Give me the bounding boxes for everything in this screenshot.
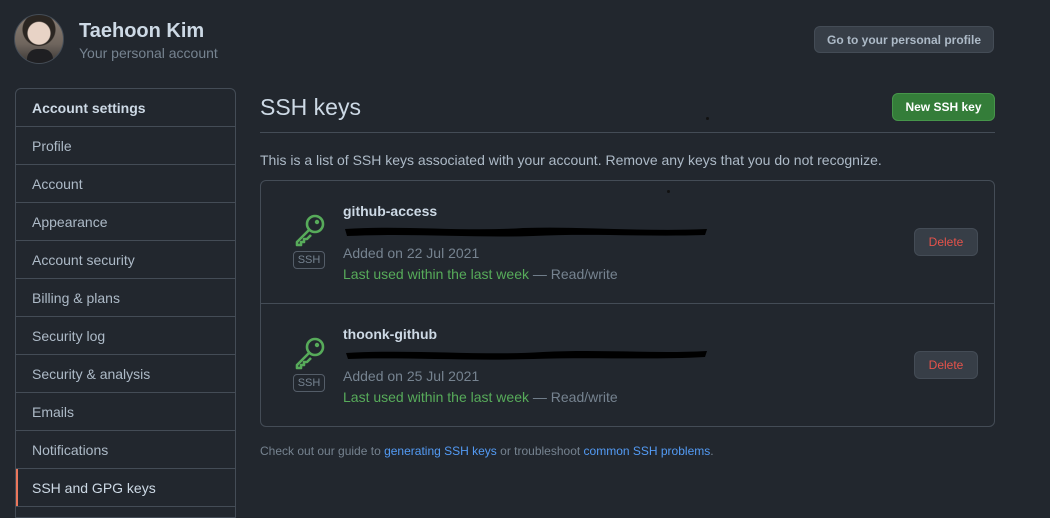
page-title: SSH keys bbox=[260, 94, 361, 120]
sidebar-item-notifications[interactable]: Notifications bbox=[16, 431, 235, 469]
key-last-used: Last used within the last week — Read/wr… bbox=[343, 266, 618, 282]
ssh-key-list: SSH github-access Added on 22 Jul 2021 L… bbox=[260, 180, 995, 427]
sidebar-item-account-security[interactable]: Account security bbox=[16, 241, 235, 279]
list-item: SSH thoonk-github Added on 25 Jul 2021 L… bbox=[261, 304, 994, 426]
key-icon bbox=[295, 214, 325, 247]
key-title: thoonk-github bbox=[343, 326, 438, 342]
sidebar-item-account[interactable]: Account bbox=[16, 165, 235, 203]
go-to-profile-button[interactable]: Go to your personal profile bbox=[814, 26, 994, 53]
sidebar-heading: Account settings bbox=[16, 89, 235, 127]
generating-ssh-keys-link[interactable]: generating SSH keys bbox=[384, 444, 497, 458]
list-item: SSH github-access Added on 22 Jul 2021 L… bbox=[261, 181, 994, 304]
redacted-fingerprint bbox=[346, 351, 707, 360]
sidebar-item-ssh-gpg-keys[interactable]: SSH and GPG keys bbox=[16, 469, 235, 507]
stray-dot bbox=[706, 117, 709, 120]
access-level: — Read/write bbox=[529, 266, 618, 282]
sidebar-item-security-log[interactable]: Security log bbox=[16, 317, 235, 355]
divider bbox=[260, 132, 995, 133]
redacted-fingerprint bbox=[345, 227, 707, 237]
last-used-text: Last used within the last week bbox=[343, 266, 529, 282]
delete-key-button[interactable]: Delete bbox=[914, 351, 978, 379]
common-ssh-problems-link[interactable]: common SSH problems bbox=[584, 444, 711, 458]
last-used-text: Last used within the last week bbox=[343, 389, 529, 405]
sidebar-item-emails[interactable]: Emails bbox=[16, 393, 235, 431]
key-last-used: Last used within the last week — Read/wr… bbox=[343, 389, 618, 405]
account-type-label: Your personal account bbox=[79, 45, 218, 61]
sidebar-item-appearance[interactable]: Appearance bbox=[16, 203, 235, 241]
key-icon bbox=[295, 337, 325, 370]
sidebar-item-security-analysis[interactable]: Security & analysis bbox=[16, 355, 235, 393]
delete-key-button[interactable]: Delete bbox=[914, 228, 978, 256]
help-suffix: . bbox=[710, 444, 714, 458]
help-text: Check out our guide to generating SSH ke… bbox=[260, 444, 714, 458]
user-name: Taehoon Kim bbox=[79, 20, 205, 42]
settings-sidebar: Account settings Profile Account Appeara… bbox=[15, 88, 236, 518]
ssh-badge: SSH bbox=[293, 374, 325, 392]
key-added-date: Added on 25 Jul 2021 bbox=[343, 368, 480, 384]
access-level: — Read/write bbox=[529, 389, 618, 405]
avatar[interactable] bbox=[14, 14, 64, 64]
intro-text: This is a list of SSH keys associated wi… bbox=[260, 152, 882, 168]
key-title: github-access bbox=[343, 203, 438, 219]
new-ssh-key-button[interactable]: New SSH key bbox=[892, 93, 995, 121]
sidebar-item-profile[interactable]: Profile bbox=[16, 127, 235, 165]
help-middle: or troubleshoot bbox=[496, 444, 584, 458]
sidebar-item-billing[interactable]: Billing & plans bbox=[16, 279, 235, 317]
account-header: Taehoon Kim Your personal account Go to … bbox=[14, 14, 1014, 66]
ssh-badge: SSH bbox=[293, 251, 325, 269]
help-prefix: Check out our guide to bbox=[260, 444, 385, 458]
key-added-date: Added on 22 Jul 2021 bbox=[343, 245, 480, 261]
